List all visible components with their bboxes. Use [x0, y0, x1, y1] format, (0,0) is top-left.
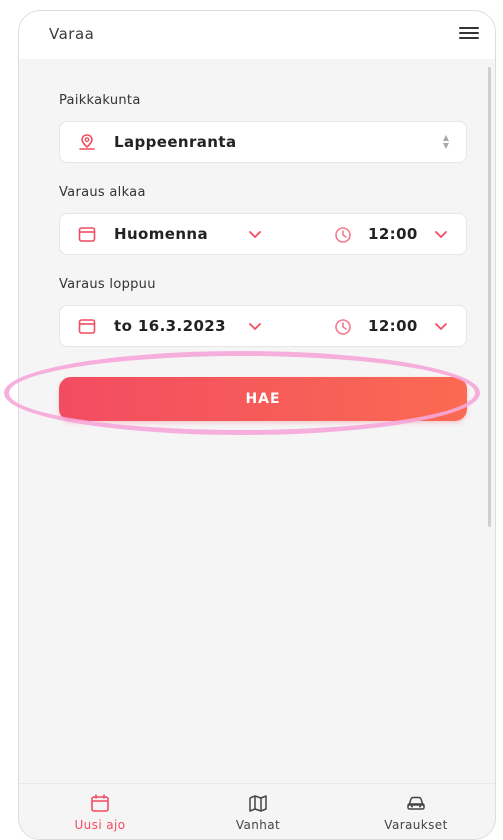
clock-icon [335, 319, 351, 335]
calendar-icon [91, 794, 109, 812]
map-pin-icon [79, 134, 95, 150]
app-screen: Varaa Paikkakunta Lappeenranta ▲ ▼ Varaus… [18, 10, 496, 840]
location-select[interactable]: Lappeenranta ▲ ▼ [59, 121, 467, 163]
scrollbar[interactable] [488, 67, 491, 527]
nav-item-bookings[interactable]: Varaukset [351, 784, 481, 839]
menu-icon[interactable] [459, 27, 479, 41]
start-datetime-field: Huomenna 12:00 [59, 213, 467, 255]
location-value: Lappeenranta [114, 133, 237, 151]
calendar-icon [78, 319, 96, 334]
chevron-down-icon[interactable] [248, 319, 262, 333]
nav-item-old[interactable]: Vanhat [193, 784, 323, 839]
end-label: Varaus loppuu [59, 277, 156, 292]
location-label: Paikkakunta [59, 93, 141, 108]
page-title: Varaa [49, 25, 95, 43]
start-date-value[interactable]: Huomenna [114, 225, 208, 243]
search-button[interactable]: HAE [59, 377, 467, 421]
chevron-down-icon[interactable] [248, 227, 262, 241]
end-datetime-field: to 16.3.2023 12:00 [59, 305, 467, 347]
clock-icon [335, 227, 351, 243]
map-icon [249, 795, 267, 812]
nav-label: Varaukset [384, 818, 448, 832]
nav-label: Vanhat [235, 818, 281, 832]
end-time-value[interactable]: 12:00 [368, 317, 418, 335]
calendar-icon [78, 227, 96, 242]
car-icon [407, 796, 425, 810]
start-time-value[interactable]: 12:00 [368, 225, 418, 243]
start-label: Varaus alkaa [59, 185, 146, 200]
top-bar: Varaa [19, 11, 495, 59]
chevron-down-icon[interactable] [434, 227, 448, 241]
nav-label: Uusi ajo [74, 818, 126, 832]
updown-chevron-icon: ▲ ▼ [442, 133, 450, 150]
chevron-down-icon[interactable] [434, 319, 448, 333]
end-date-value[interactable]: to 16.3.2023 [114, 317, 226, 335]
nav-item-new-ride[interactable]: Uusi ajo [35, 784, 165, 839]
